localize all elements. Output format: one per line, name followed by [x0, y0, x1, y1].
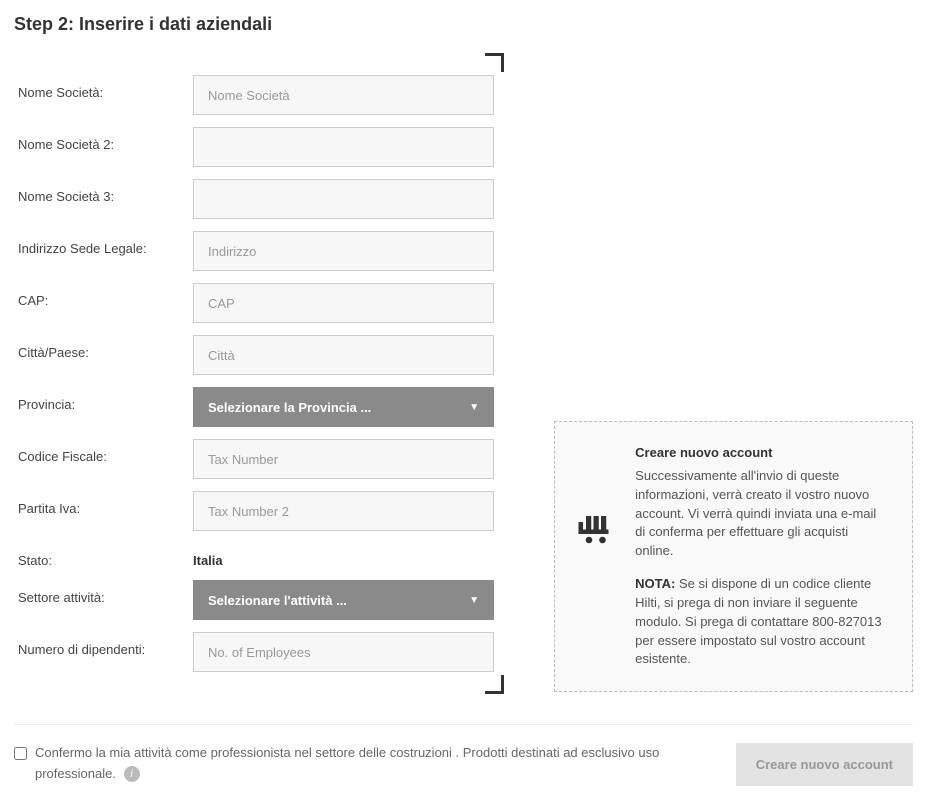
input-zip[interactable]: [193, 283, 494, 323]
label-taxcode: Codice Fiscale:: [18, 439, 193, 464]
confirm-block[interactable]: Confermo la mia attività come profession…: [14, 743, 664, 785]
create-account-button[interactable]: Creare nuovo account: [736, 743, 913, 786]
label-company1: Nome Società:: [18, 75, 193, 100]
select-province[interactable]: Selezionare la Provincia ... ▼: [193, 387, 494, 427]
input-city[interactable]: [193, 335, 494, 375]
label-city: Città/Paese:: [18, 335, 193, 360]
form-box: Nome Società: Nome Società 2: Nome Socie…: [14, 53, 504, 694]
label-province: Provincia:: [18, 387, 193, 412]
confirm-checkbox[interactable]: [14, 747, 27, 760]
label-address: Indirizzo Sede Legale:: [18, 231, 193, 256]
label-sector: Settore attività:: [18, 580, 193, 605]
divider: [14, 724, 913, 725]
info-nota: NOTA: Se si dispone di un codice cliente…: [635, 575, 890, 669]
input-company1[interactable]: [193, 75, 494, 115]
nota-label: NOTA:: [635, 576, 675, 591]
info-title: Creare nuovo account: [635, 444, 890, 463]
label-employees: Numero di dipendenti:: [18, 632, 193, 657]
select-sector-value: Selezionare l'attività ...: [208, 593, 347, 608]
label-company2: Nome Società 2:: [18, 127, 193, 152]
step-title: Step 2: Inserire i dati aziendali: [14, 14, 913, 35]
info-panel: Creare nuovo account Successivamente all…: [554, 421, 913, 692]
value-state: Italia: [193, 543, 494, 568]
chevron-down-icon: ▼: [469, 595, 479, 606]
input-company2[interactable]: [193, 127, 494, 167]
cart-icon: [577, 510, 617, 551]
label-state: Stato:: [18, 543, 193, 568]
label-vat: Partita Iva:: [18, 491, 193, 516]
select-province-value: Selezionare la Provincia ...: [208, 400, 371, 415]
info-body: Successivamente all'invio di queste info…: [635, 467, 890, 561]
input-employees[interactable]: [193, 632, 494, 672]
input-taxcode[interactable]: [193, 439, 494, 479]
input-address[interactable]: [193, 231, 494, 271]
label-zip: CAP:: [18, 283, 193, 308]
label-company3: Nome Società 3:: [18, 179, 193, 204]
info-text: Creare nuovo account Successivamente all…: [635, 444, 890, 669]
input-vat[interactable]: [193, 491, 494, 531]
chevron-down-icon: ▼: [469, 402, 479, 413]
input-company3[interactable]: [193, 179, 494, 219]
select-sector[interactable]: Selezionare l'attività ... ▼: [193, 580, 494, 620]
